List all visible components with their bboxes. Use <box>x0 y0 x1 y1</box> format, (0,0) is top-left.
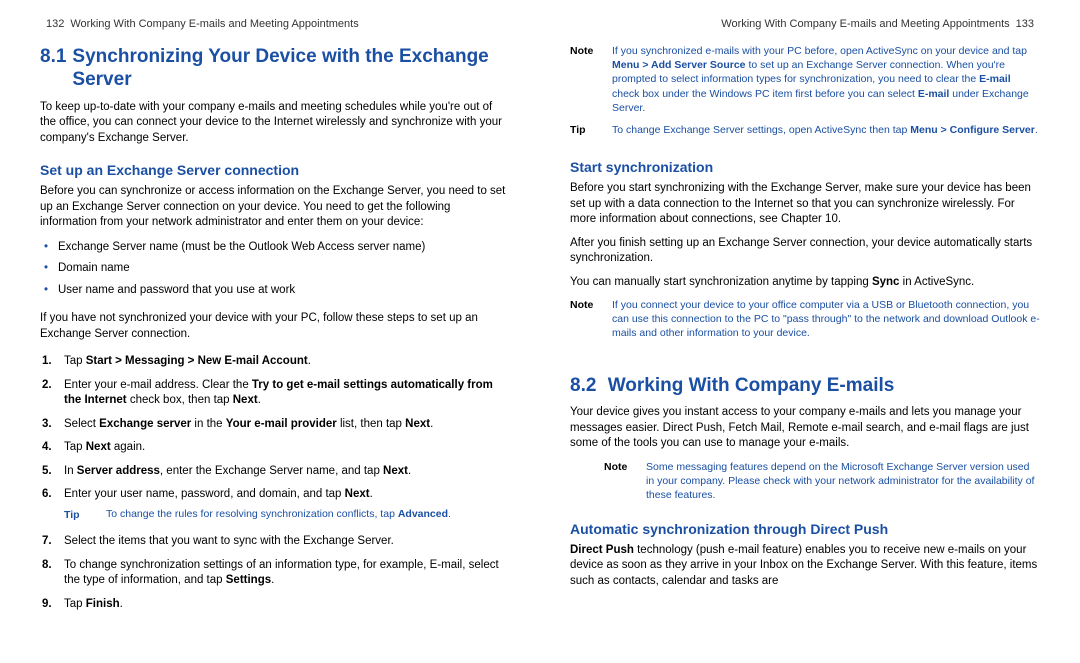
start-sync-para3: You can manually start synchronization a… <box>570 275 1040 291</box>
page-left: 132 Working With Company E-mails and Mee… <box>40 18 540 643</box>
step-5: In Server address, enter the Exchange Se… <box>40 460 510 484</box>
top-tip: Tip To change Exchange Server settings, … <box>570 123 1040 137</box>
setup-heading: Set up an Exchange Server connection <box>40 162 510 178</box>
section-8-2-note: Note Some messaging features depend on t… <box>604 460 1040 503</box>
start-sync-note: Note If you connect your device to your … <box>570 298 1040 341</box>
step-1: Tap Start > Messaging > New E-mail Accou… <box>40 350 510 374</box>
step-7: Select the items that you want to sync w… <box>40 530 510 554</box>
start-sync-para2: After you finish setting up an Exchange … <box>570 236 1040 267</box>
section-8-2-intro: Your device gives you instant access to … <box>570 405 1040 452</box>
step-6-tip: Tip To change the rules for resolving sy… <box>64 507 510 522</box>
direct-push-para: Direct Push technology (push e-mail feat… <box>570 543 1040 590</box>
step-6: Enter your user name, password, and doma… <box>40 483 510 530</box>
running-head-text: Working With Company E-mails and Meeting… <box>721 18 1009 30</box>
section-8-1-title: 8.1 Synchronizing Your Device with the E… <box>40 46 510 92</box>
running-head-right: Working With Company E-mails and Meeting… <box>570 18 1040 30</box>
top-note: Note If you synchronized e-mails with yo… <box>570 44 1040 115</box>
section-8-1-intro: To keep up-to-date with your company e-m… <box>40 100 510 147</box>
step-3: Select Exchange server in the Your e-mai… <box>40 413 510 437</box>
start-sync-heading: Start synchronization <box>570 159 1040 175</box>
start-sync-para1: Before you start synchronizing with the … <box>570 181 1040 228</box>
setup-para2: If you have not synchronized your device… <box>40 311 510 342</box>
bullet-item: Exchange Server name (must be the Outloo… <box>40 237 510 259</box>
running-head-left: 132 Working With Company E-mails and Mee… <box>40 18 510 30</box>
step-9: Tap Finish. <box>40 593 510 617</box>
step-4: Tap Next again. <box>40 436 510 460</box>
page-right: Working With Company E-mails and Meeting… <box>540 18 1040 643</box>
page-number: 133 <box>1016 18 1034 30</box>
bullet-item: Domain name <box>40 258 510 280</box>
step-2: Enter your e-mail address. Clear the Try… <box>40 374 510 413</box>
running-head-text: Working With Company E-mails and Meeting… <box>70 18 358 30</box>
page-number: 132 <box>46 18 64 30</box>
step-8: To change synchronization settings of an… <box>40 554 510 593</box>
bullet-item: User name and password that you use at w… <box>40 280 510 302</box>
setup-steps: Tap Start > Messaging > New E-mail Accou… <box>40 350 510 616</box>
setup-para1: Before you can synchronize or access inf… <box>40 184 510 231</box>
setup-bullets: Exchange Server name (must be the Outloo… <box>40 237 510 302</box>
section-8-2-title: 8.2 Working With Company E-mails <box>570 375 1040 398</box>
direct-push-heading: Automatic synchronization through Direct… <box>570 521 1040 537</box>
